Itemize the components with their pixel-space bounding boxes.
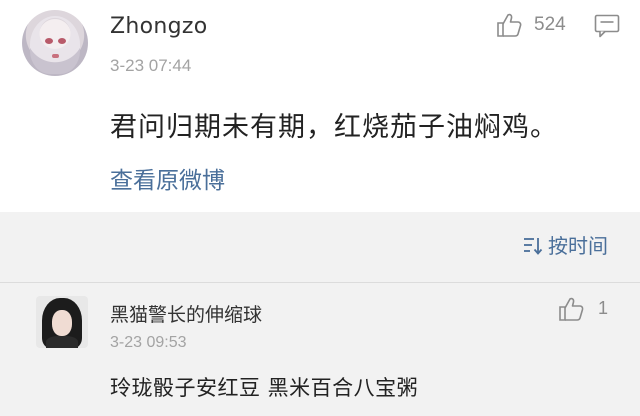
comment-timestamp: 3-23 07:44 (110, 56, 192, 75)
avatar-eye-left (45, 38, 53, 44)
sort-icon (522, 234, 544, 256)
reply-timestamp: 3-23 09:53 (110, 334, 187, 351)
replies-section: 按时间 黑猫警长的伸缩球 3-23 09:53 1 玲珑骰子安红豆 黑米百合八宝… (0, 212, 640, 416)
avatar-body (46, 336, 78, 348)
avatar-mouth (52, 54, 59, 58)
sort-label: 按时间 (548, 234, 608, 258)
thumbs-up-icon[interactable] (496, 12, 522, 38)
main-comment-card: Zhongzo 3-23 07:44 524 君问归期未有期，红烧茄子油焖鸡。 … (0, 0, 640, 212)
comment-username[interactable]: Zhongzo (110, 14, 208, 39)
avatar-face (52, 310, 72, 336)
thumbs-up-icon[interactable] (558, 296, 584, 322)
reply-text: 玲珑骰子安红豆 黑米百合八宝粥 (110, 376, 419, 400)
divider (0, 282, 640, 283)
avatar-eye-right (58, 38, 66, 44)
reply-username[interactable]: 黑猫警长的伸缩球 (110, 300, 262, 327)
reply-like-count: 1 (598, 298, 609, 318)
avatar[interactable] (22, 10, 88, 76)
comment-text: 君问归期未有期，红烧茄子油焖鸡。 (110, 112, 558, 143)
sort-by-time-button[interactable]: 按时间 (522, 230, 608, 259)
avatar[interactable] (36, 296, 88, 348)
avatar-hair (30, 16, 80, 74)
view-original-weibo-link[interactable]: 查看原微博 (110, 161, 225, 195)
comment-like-count: 524 (534, 14, 566, 35)
weibo-comment-page: Zhongzo 3-23 07:44 524 君问归期未有期，红烧茄子油焖鸡。 … (0, 0, 640, 416)
comment-icon[interactable] (594, 14, 620, 38)
